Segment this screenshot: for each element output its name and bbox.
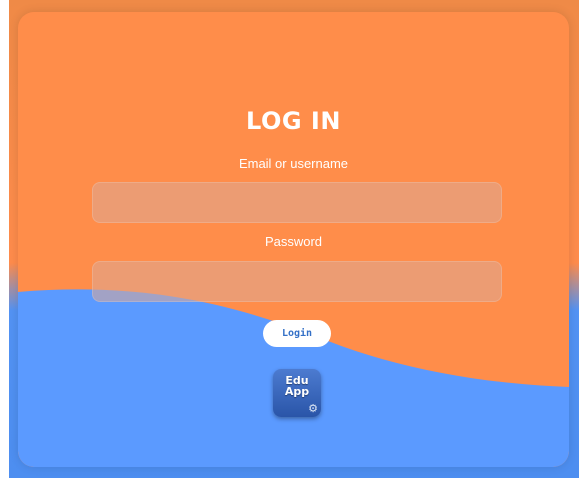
email-label: Email or username [238,156,349,171]
logo-text-bottom: App [284,385,310,398]
login-button[interactable]: Login [263,320,331,347]
login-card: LOG IN Email or username Password Login … [18,12,569,467]
password-field[interactable] [92,261,502,302]
password-label: Password [264,234,323,249]
gear-icon: ⚙ [308,402,318,415]
logo-text: Edu App [273,375,321,397]
eduapp-logo: Edu App ⚙ [273,369,321,417]
email-field[interactable] [92,182,502,223]
page-title: LOG IN [246,107,341,135]
page: LOG IN Email or username Password Login … [0,0,579,478]
